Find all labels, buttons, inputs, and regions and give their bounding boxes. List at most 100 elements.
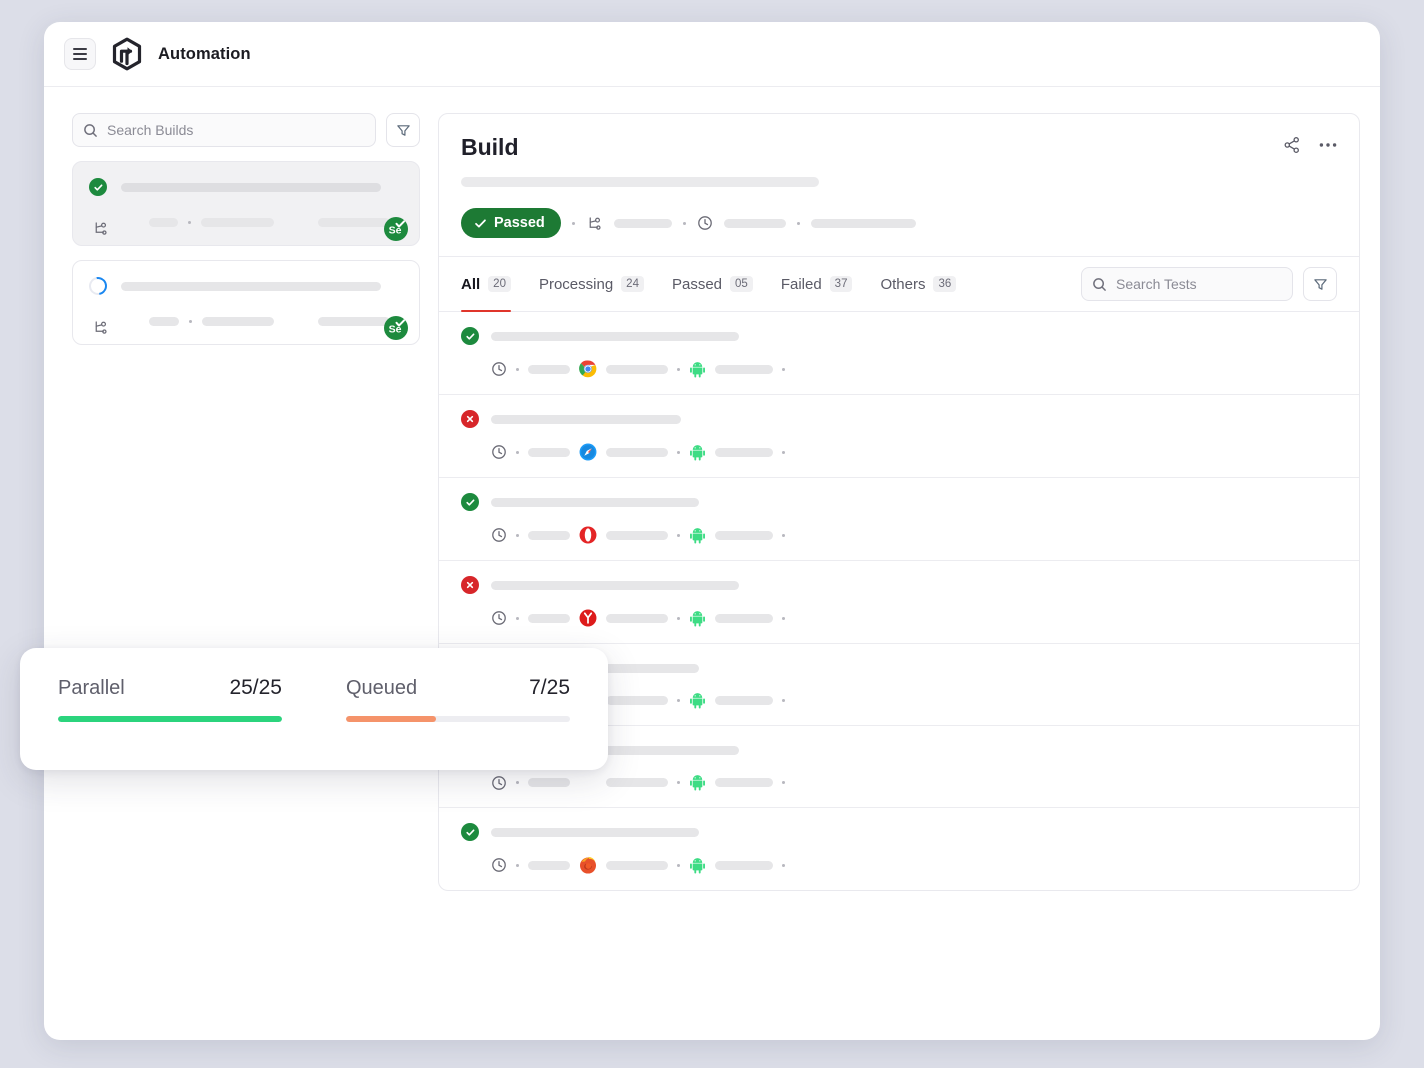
test-platform-placeholder	[715, 861, 773, 870]
tab-all[interactable]: All 20	[461, 257, 525, 311]
separator-dot	[782, 699, 785, 702]
clock-icon	[697, 215, 713, 231]
table-row[interactable]	[439, 312, 1359, 395]
build-meta-placeholder	[149, 317, 179, 326]
test-platform-placeholder	[715, 448, 773, 457]
separator-dot	[188, 221, 191, 224]
more-horizontal-icon[interactable]	[1319, 142, 1337, 148]
android-icon	[689, 692, 706, 709]
separator-dot	[782, 617, 785, 620]
test-meta-row	[461, 856, 1337, 874]
android-icon	[689, 774, 706, 791]
build-meta-row: Passed	[461, 208, 1337, 238]
check-circle-icon	[89, 178, 107, 196]
check-icon	[474, 217, 487, 230]
parallel-label: Parallel	[58, 677, 125, 700]
android-icon	[689, 527, 706, 544]
tab-label: All	[461, 276, 480, 293]
test-meta-row	[461, 526, 1337, 544]
test-name-placeholder	[491, 828, 699, 837]
separator-dot	[516, 451, 519, 454]
test-platform-placeholder	[715, 365, 773, 374]
tab-processing[interactable]: Processing 24	[525, 257, 658, 311]
search-tests-input[interactable]: Search Tests	[1081, 267, 1293, 301]
separator-dot	[677, 534, 680, 537]
tests-filter-button[interactable]	[1303, 267, 1337, 301]
check-circle-icon	[461, 493, 479, 511]
clock-icon	[491, 444, 507, 460]
git-branch-icon	[586, 215, 603, 232]
build-timestamp-placeholder	[811, 219, 916, 228]
clock-icon	[491, 857, 507, 873]
status-badge[interactable]: Passed	[461, 208, 561, 238]
parallel-queued-stats-card: Parallel 25/25 Queued 7/25	[20, 648, 608, 770]
build-meta-placeholder	[149, 218, 178, 227]
x-circle-icon	[461, 576, 479, 594]
tests-search-row: Search Tests	[1081, 267, 1337, 301]
test-name-placeholder	[491, 332, 739, 341]
parallel-progress-track	[58, 716, 282, 722]
build-header: Build	[439, 114, 1359, 257]
queued-stat-head: Queued 7/25	[346, 676, 570, 700]
tab-label: Others	[880, 276, 925, 293]
build-title-placeholder	[121, 183, 381, 192]
build-meta-placeholder	[318, 218, 391, 227]
test-browser-placeholder	[606, 861, 668, 870]
separator-dot	[677, 451, 680, 454]
test-duration-placeholder	[528, 365, 570, 374]
share-icon[interactable]	[1283, 136, 1301, 154]
parallel-stat-head: Parallel 25/25	[58, 676, 282, 700]
yandex-icon	[579, 609, 597, 627]
builds-search-row: Search Builds	[72, 113, 420, 147]
separator-dot	[516, 781, 519, 784]
test-duration-placeholder	[528, 778, 570, 787]
tab-passed[interactable]: Passed 05	[658, 257, 767, 311]
tab-others[interactable]: Others 36	[866, 257, 970, 311]
build-card[interactable]: Se	[72, 161, 420, 246]
build-meta-placeholder	[201, 218, 274, 227]
builds-sidebar: Search Builds	[72, 113, 420, 1040]
test-meta-row	[461, 609, 1337, 627]
test-duration-placeholder	[528, 614, 570, 623]
separator-dot	[797, 222, 800, 225]
filter-funnel-icon	[396, 123, 411, 138]
table-row[interactable]	[439, 478, 1359, 561]
parallel-progress-fill	[58, 716, 282, 722]
separator-dot	[782, 451, 785, 454]
separator-dot	[782, 368, 785, 371]
build-branch-placeholder	[614, 219, 672, 228]
search-builds-input[interactable]: Search Builds	[72, 113, 376, 147]
build-meta-placeholder	[202, 317, 274, 326]
tab-label: Failed	[781, 276, 822, 293]
test-browser-placeholder	[606, 614, 668, 623]
app-window: Automation Search Builds	[44, 22, 1380, 1040]
android-icon	[689, 444, 706, 461]
test-platform-placeholder	[715, 614, 773, 623]
tab-count: 05	[730, 276, 753, 292]
test-duration-placeholder	[528, 531, 570, 540]
test-title-row	[461, 410, 1337, 428]
builds-filter-button[interactable]	[386, 113, 420, 147]
loading-spinner-icon	[85, 273, 110, 298]
table-row[interactable]	[439, 808, 1359, 890]
test-meta-row	[461, 774, 1337, 791]
x-circle-icon	[461, 410, 479, 428]
opera-icon	[579, 526, 597, 544]
build-duration-placeholder	[724, 219, 786, 228]
separator-dot	[677, 864, 680, 867]
hamburger-icon[interactable]	[64, 38, 96, 70]
table-row[interactable]	[439, 395, 1359, 478]
test-duration-placeholder	[528, 448, 570, 457]
table-row[interactable]	[439, 561, 1359, 644]
tab-failed[interactable]: Failed 37	[767, 257, 867, 311]
test-title-row	[461, 823, 1337, 841]
status-badge-label: Passed	[494, 215, 545, 231]
test-name-placeholder	[491, 581, 739, 590]
build-card[interactable]: Se	[72, 260, 420, 345]
separator-dot	[677, 617, 680, 620]
build-detail-panel: Build	[438, 113, 1360, 891]
separator-dot	[572, 222, 575, 225]
test-platform-placeholder	[715, 531, 773, 540]
separator-dot	[782, 864, 785, 867]
top-bar: Automation	[44, 22, 1380, 87]
